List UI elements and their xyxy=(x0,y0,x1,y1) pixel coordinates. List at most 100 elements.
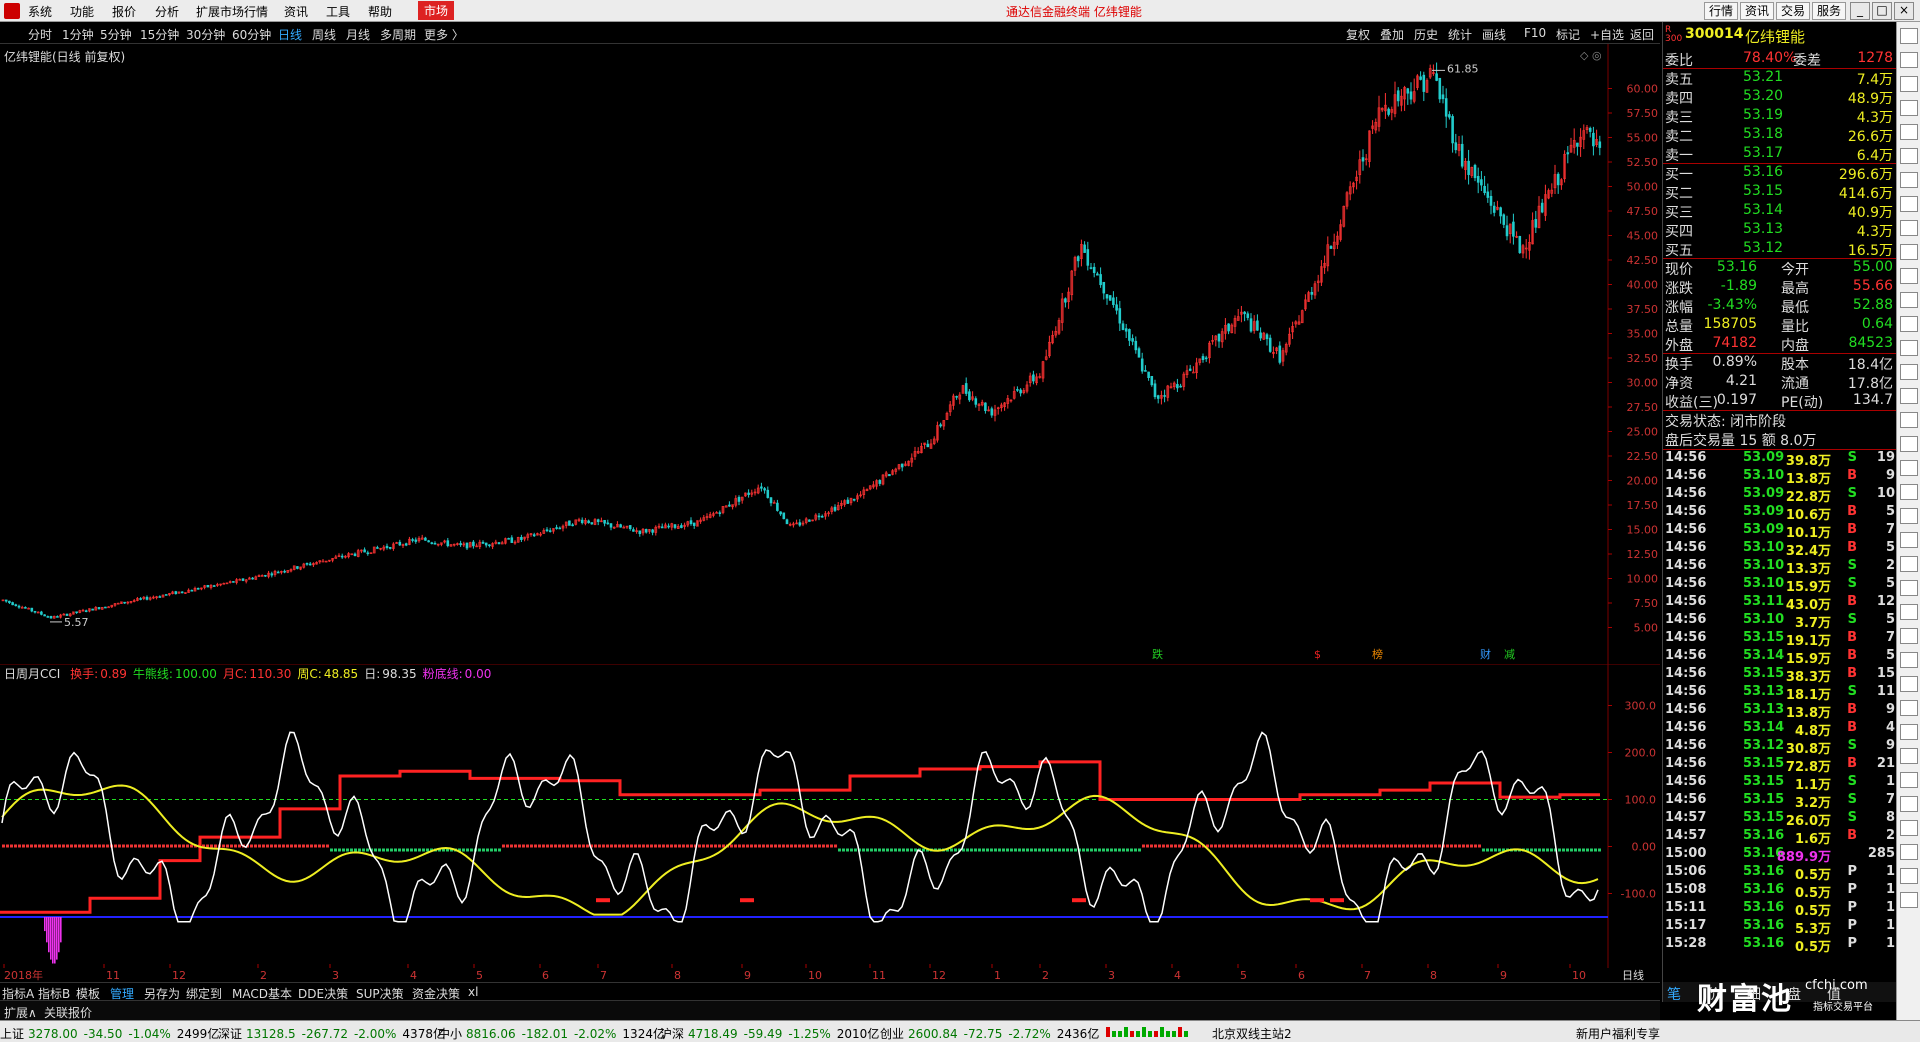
related-quote-button[interactable]: 关联报价 xyxy=(44,1004,92,1021)
period-tab-5min[interactable]: 5分钟 xyxy=(100,26,132,43)
minimize-icon[interactable]: _ xyxy=(1850,2,1870,20)
kline-icon[interactable] xyxy=(1900,244,1918,260)
menu-function[interactable]: 功能 xyxy=(70,3,94,20)
thirty-min-icon[interactable] xyxy=(1900,748,1918,764)
down-arrow-icon[interactable] xyxy=(1900,52,1918,68)
menu-tools[interactable]: 工具 xyxy=(326,3,350,20)
month-icon[interactable] xyxy=(1900,844,1918,860)
period-tab-60min[interactable]: 60分钟 xyxy=(232,26,271,43)
year-icon[interactable] xyxy=(1900,892,1918,908)
market-button[interactable]: 市场 xyxy=(418,1,455,20)
square-icon[interactable] xyxy=(1900,628,1918,644)
ask-price[interactable]: 53.19 xyxy=(1743,107,1783,123)
menu-analysis[interactable]: 分析 xyxy=(155,3,179,20)
up-arrow-icon[interactable] xyxy=(1900,28,1918,44)
period-tab-multi[interactable]: 多周期 xyxy=(380,26,416,43)
period-tab-day[interactable]: 日线 xyxy=(278,26,302,43)
history-button[interactable]: 历史 xyxy=(1414,26,1438,43)
filter-icon[interactable] xyxy=(1900,484,1918,500)
period-tab-15min[interactable]: 15分钟 xyxy=(140,26,179,43)
bars-icon[interactable] xyxy=(1900,508,1918,524)
bid-price[interactable]: 53.12 xyxy=(1743,240,1783,256)
period-tab-tick[interactable]: 分时 xyxy=(28,26,52,43)
event-marker[interactable]: $ xyxy=(1314,648,1321,661)
season-icon[interactable] xyxy=(1900,868,1918,884)
ruler-icon[interactable] xyxy=(1900,556,1918,572)
box-icon[interactable] xyxy=(1900,652,1918,668)
period-tab-more[interactable]: 更多 〉 xyxy=(424,26,464,43)
period-tab-30min[interactable]: 30分钟 xyxy=(186,26,225,43)
index-quote[interactable]: 中小 8816.06 -182.01 -2.02% 1324亿 xyxy=(438,1025,665,1042)
expand-button[interactable]: 扩展∧ xyxy=(4,1004,37,1021)
mark-button[interactable]: 标记 xyxy=(1556,26,1580,43)
kline-chart[interactable]: 亿纬锂能(日线 前复权) 60.00 57.50 55.00 52.50 50.00 47… xyxy=(0,44,1660,664)
stats-button[interactable]: 统计 xyxy=(1448,26,1472,43)
fifteen-min-icon[interactable] xyxy=(1900,724,1918,740)
minus-icon[interactable] xyxy=(1900,340,1918,356)
chart-collapse-icon[interactable]: ◇ ◎ xyxy=(1580,49,1602,62)
top-news-button[interactable]: 资讯 xyxy=(1740,2,1775,20)
flag-icon[interactable] xyxy=(1900,268,1918,284)
f10-button[interactable]: F10 xyxy=(1524,26,1546,40)
event-marker[interactable]: 财 xyxy=(1480,647,1491,661)
index-quote[interactable]: 沪深 4718.49 -59.49 -1.25% 2010亿 xyxy=(660,1025,879,1042)
index-quote[interactable]: 上证 3278.00 -34.50 -1.04% 2499亿 xyxy=(0,1025,219,1042)
ask-price[interactable]: 53.20 xyxy=(1743,88,1783,104)
chart-icon[interactable] xyxy=(1900,148,1918,164)
event-marker[interactable]: 减 xyxy=(1504,648,1515,661)
tool-icon[interactable] xyxy=(1900,412,1918,428)
bid-price[interactable]: 53.15 xyxy=(1743,183,1783,199)
sixty-min-icon[interactable] xyxy=(1900,772,1918,788)
list-icon[interactable] xyxy=(1900,124,1918,140)
event-marker[interactable]: 榜 xyxy=(1372,647,1383,661)
menu-quote[interactable]: 报价 xyxy=(112,3,136,20)
day-icon[interactable] xyxy=(1900,796,1918,812)
move-icon[interactable] xyxy=(1900,580,1918,596)
star-icon[interactable] xyxy=(1900,436,1918,452)
index-quote[interactable]: 创业 2600.84 -72.75 -2.72% 2436亿 xyxy=(880,1025,1099,1042)
server-status[interactable]: 北京双线主站2 xyxy=(1212,1025,1292,1042)
pencil-icon[interactable] xyxy=(1900,604,1918,620)
tile-icon[interactable] xyxy=(1900,364,1918,380)
window-icon[interactable] xyxy=(1900,220,1918,236)
period-tab-1min[interactable]: 1分钟 xyxy=(62,26,94,43)
event-marker[interactable]: 跌 xyxy=(1152,647,1163,661)
indicator-tab[interactable]: xl xyxy=(468,985,478,999)
fuquan-button[interactable]: 复权 xyxy=(1346,26,1370,43)
trend-icon[interactable] xyxy=(1900,172,1918,188)
table-icon[interactable] xyxy=(1900,196,1918,212)
one-min-icon[interactable] xyxy=(1900,676,1918,692)
bid-price[interactable]: 53.16 xyxy=(1743,164,1783,180)
menu-ext-market[interactable]: 扩展市场行情 xyxy=(196,3,268,20)
overlay-button[interactable]: 叠加 xyxy=(1380,26,1404,43)
top-quote-button[interactable]: 行情 xyxy=(1704,2,1739,20)
home-icon[interactable] xyxy=(1900,76,1918,92)
menu-system[interactable]: 系统 xyxy=(28,3,52,20)
draw-line-button[interactable]: 画线 xyxy=(1482,26,1506,43)
five-min-icon[interactable] xyxy=(1900,700,1918,716)
crosshair-icon[interactable] xyxy=(1900,388,1918,404)
ask-price[interactable]: 53.21 xyxy=(1743,69,1783,85)
period-tab-week[interactable]: 周线 xyxy=(312,26,336,43)
layers-icon[interactable] xyxy=(1900,460,1918,476)
ask-price[interactable]: 53.18 xyxy=(1743,126,1783,142)
maximize-icon[interactable]: □ xyxy=(1872,2,1892,20)
period-tab-month[interactable]: 月线 xyxy=(346,26,370,43)
week-icon[interactable] xyxy=(1900,820,1918,836)
bid-price[interactable]: 53.14 xyxy=(1743,202,1783,218)
grid-icon[interactable] xyxy=(1900,100,1918,116)
quote-tab[interactable]: 笔 xyxy=(1667,984,1681,1004)
cci-indicator-chart[interactable]: 日周月CCI 换手: 0.89 牛熊线: 100.00 月C: 110.30 周C: 48.8… xyxy=(0,664,1660,982)
ask-price[interactable]: 53.17 xyxy=(1743,145,1783,161)
bid-price[interactable]: 53.13 xyxy=(1743,221,1783,237)
back-button[interactable]: 返回 xyxy=(1630,26,1654,43)
index-quote[interactable]: 深证 13128.5 -267.72 -2.00% 4378亿 xyxy=(218,1025,445,1042)
close-icon[interactable]: × xyxy=(1894,2,1914,20)
menu-help[interactable]: 帮助 xyxy=(368,3,392,20)
rsi-icon[interactable] xyxy=(1900,532,1918,548)
plus-icon[interactable] xyxy=(1900,316,1918,332)
top-trade-button[interactable]: 交易 xyxy=(1776,2,1811,20)
promo-link[interactable]: 新用户福利专享 xyxy=(1576,1025,1660,1042)
top-service-button[interactable]: 服务 xyxy=(1812,2,1847,20)
add-watchlist-button[interactable]: +自选 xyxy=(1590,26,1624,43)
